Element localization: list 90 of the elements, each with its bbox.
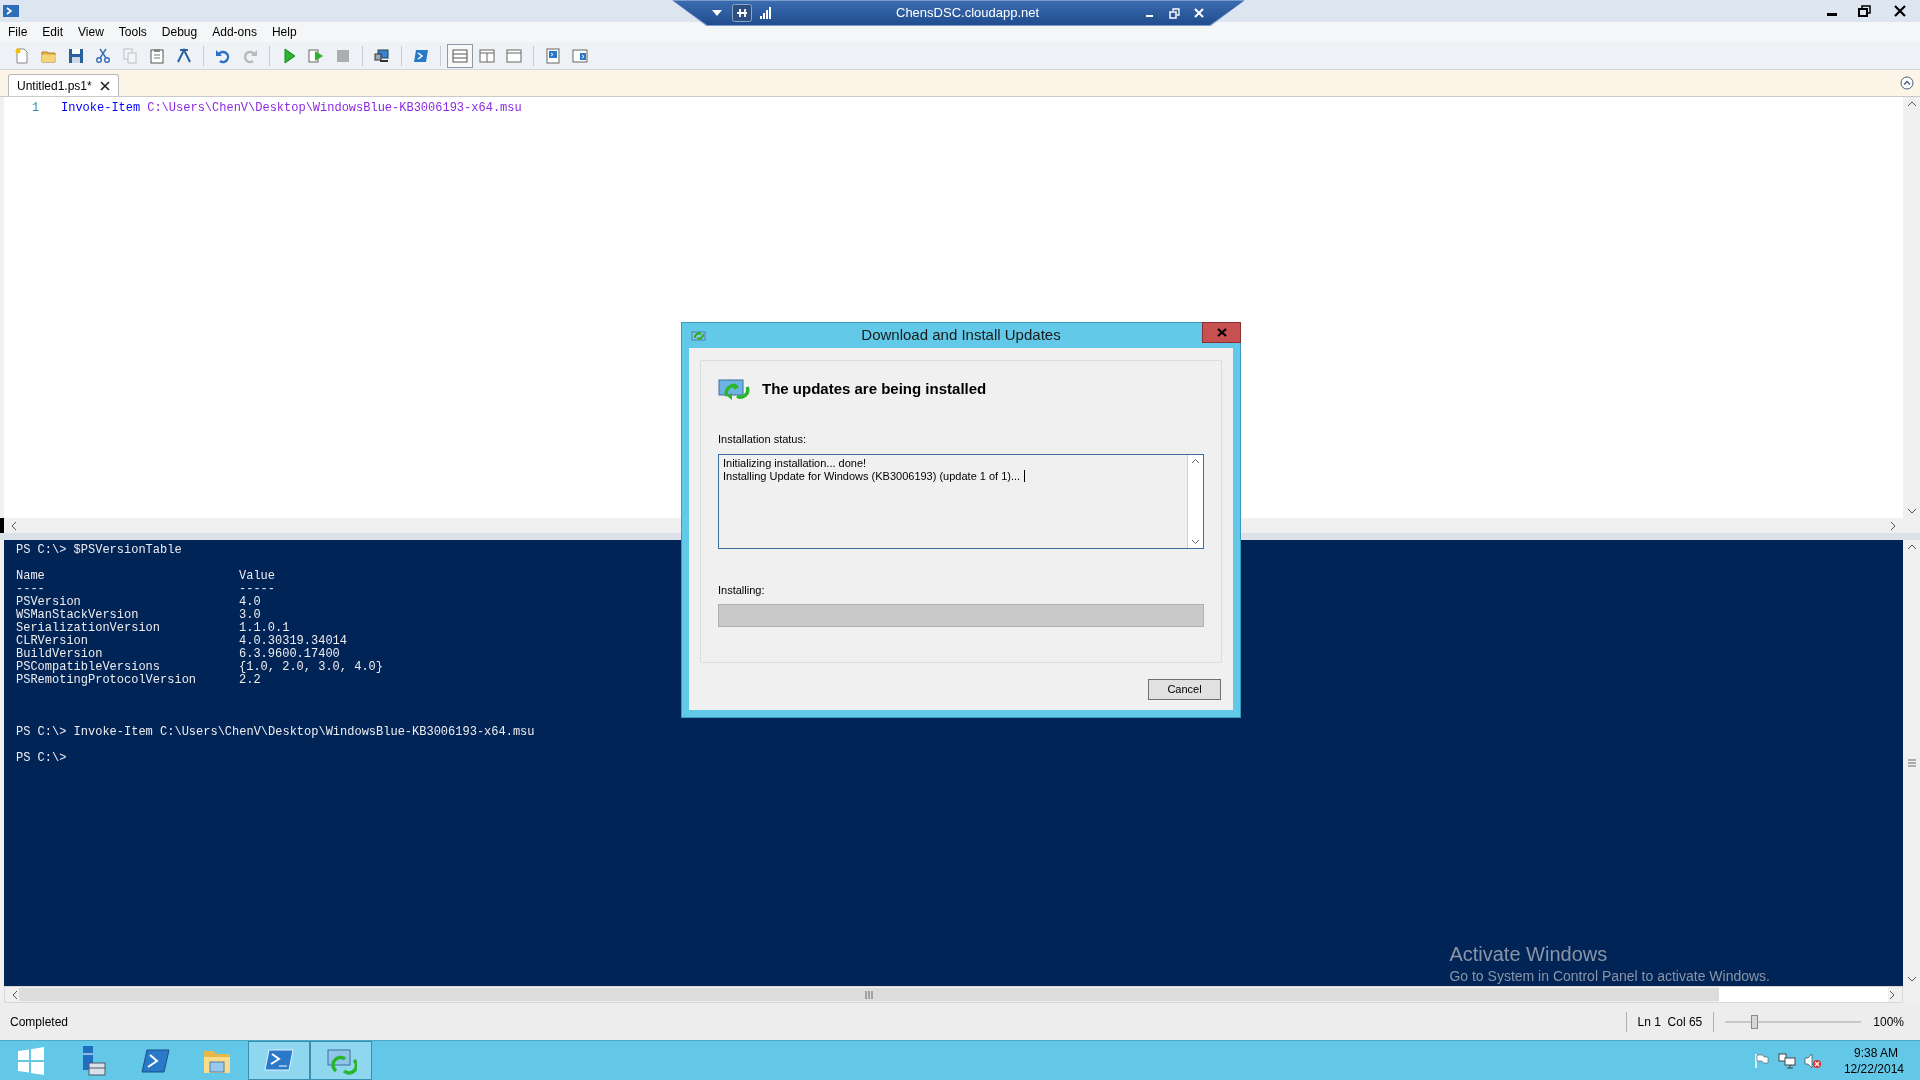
- collapse-icon[interactable]: [1900, 76, 1914, 90]
- save-icon[interactable]: [68, 47, 84, 64]
- property-name: SerializationVersion: [16, 622, 162, 635]
- powershell-icon[interactable]: [413, 47, 429, 64]
- scroll-right-icon[interactable]: [1889, 520, 1897, 531]
- header-rule: ----: [16, 583, 46, 596]
- network-icon[interactable]: [1777, 1052, 1796, 1069]
- slider-thumb[interactable]: [1750, 1014, 1758, 1029]
- pane-right-layout-icon[interactable]: [479, 47, 495, 64]
- cmdlet-name: Invoke-Item: [61, 101, 141, 115]
- dialog-title: Download and Install Updates: [860, 325, 1062, 346]
- addon-pane-icon[interactable]: [572, 47, 588, 64]
- column-header: Value: [239, 570, 276, 583]
- flag-icon[interactable]: [1753, 1052, 1770, 1069]
- console-line: PS C:\> $PSVersionTable: [16, 544, 182, 557]
- scroll-thumb-grip-icon[interactable]: [865, 990, 873, 999]
- property-value: {1.0, 2.0, 3.0, 4.0}: [239, 661, 384, 674]
- menu-item[interactable]: Tools: [118, 23, 147, 41]
- path-argument: C:\Users\ChenV\Desktop\WindowsBlue-KB3006193-x64.msu: [147, 101, 522, 115]
- console-line: PS C:\> Invoke-Item C:\Users\ChenV\Desktop\WindowsBlue-KB3006193-x64.msu: [16, 726, 535, 739]
- property-value: 3.0: [239, 609, 262, 622]
- scissors-icon[interactable]: [95, 47, 111, 64]
- text-cursor: [1024, 470, 1026, 482]
- status-text: Completed: [10, 1013, 69, 1031]
- property-name: CLRVersion: [16, 635, 89, 648]
- log-line: Initializing installation... done!: [723, 456, 867, 470]
- remote-host-name: ChensDSC.cloudapp.net: [896, 4, 1040, 23]
- close-tab-icon[interactable]: [99, 80, 110, 91]
- computer-icon[interactable]: [374, 47, 390, 64]
- menu-item[interactable]: Edit: [42, 23, 64, 41]
- cancel-button[interactable]: Cancel: [1148, 679, 1221, 700]
- scroll-left-icon[interactable]: [10, 520, 18, 531]
- property-value: 4.0: [239, 596, 262, 609]
- progress-label: Installing:: [718, 582, 766, 598]
- status-label: Installation status:: [718, 432, 808, 447]
- clipboard-icon[interactable]: [149, 47, 165, 64]
- vertical-scrollbar[interactable]: [1903, 97, 1920, 518]
- property-name: BuildVersion: [16, 648, 104, 661]
- menu-item[interactable]: Add-ons: [212, 23, 257, 41]
- watermark-message: Go to System in Control Panel to activate Windows.: [1449, 967, 1770, 985]
- pane-top-layout-icon[interactable]: [452, 47, 468, 64]
- property-name: PSVersion: [16, 596, 82, 609]
- property-name: WSManStackVersion: [16, 609, 140, 622]
- powershell-ise-icon: [3, 4, 19, 18]
- property-value: 2.2: [239, 674, 262, 687]
- property-value: 4.0.30319.34014: [239, 635, 349, 648]
- scroll-down-icon[interactable]: [1906, 506, 1917, 516]
- scroll-up-icon[interactable]: [1906, 542, 1917, 552]
- undo-icon[interactable]: [215, 47, 231, 64]
- dialog-heading: The updates are being installed: [762, 378, 987, 399]
- column-header: Name: [16, 570, 46, 583]
- update-arrows-icon: [718, 377, 750, 401]
- header-rule: -----: [239, 583, 276, 596]
- zoom-slider[interactable]: [1725, 1014, 1862, 1029]
- watermark-title: Activate Windows: [1449, 942, 1609, 967]
- scroll-up-icon[interactable]: [1906, 99, 1917, 109]
- vertical-scrollbar[interactable]: [1187, 454, 1203, 548]
- console-line: PS C:\>: [16, 752, 67, 765]
- property-name: PSRemotingProtocolVersion: [16, 674, 198, 687]
- run-selection-icon[interactable]: [308, 47, 324, 64]
- scroll-down-icon[interactable]: [1906, 974, 1917, 984]
- scroll-left-icon[interactable]: [11, 989, 19, 1000]
- menu-item[interactable]: File: [8, 23, 28, 41]
- pin-icon[interactable]: [732, 4, 752, 22]
- menu-item[interactable]: View: [78, 23, 104, 41]
- horizontal-scrollbar[interactable]: [4, 986, 1903, 1003]
- run-icon[interactable]: [281, 47, 297, 64]
- scroll-down-icon[interactable]: [1191, 538, 1200, 545]
- muted-speaker-icon[interactable]: [1803, 1052, 1822, 1069]
- property-name: PSCompatibleVersions: [16, 661, 162, 674]
- cursor-position: Ln 1 Col 65: [1637, 1013, 1703, 1031]
- menu-item[interactable]: Help: [271, 23, 297, 41]
- close-button[interactable]: [1202, 322, 1241, 343]
- log-line: Installing Update for Windows (KB3006193) (update 1 of 1)...: [723, 469, 1021, 483]
- dropdown-caret-icon[interactable]: [712, 10, 722, 16]
- zoom-percentage: 100%: [1873, 1013, 1904, 1031]
- update-arrows-icon: [691, 329, 707, 342]
- file-tab[interactable]: Untitled1.ps1*: [8, 74, 119, 96]
- command-window-icon[interactable]: [545, 47, 561, 64]
- signal-strength-icon: [760, 7, 772, 19]
- property-value: 6.3.9600.17400: [239, 648, 341, 661]
- clock[interactable]: 9:38 AM 12/22/2014: [1843, 1044, 1904, 1077]
- restore-icon[interactable]: [1169, 7, 1180, 19]
- scroll-up-icon[interactable]: [1191, 457, 1200, 464]
- pane-maximized-layout-icon[interactable]: [506, 47, 522, 64]
- scroll-thumb-grip-icon[interactable]: [1907, 759, 1916, 767]
- scroll-right-icon[interactable]: [1888, 989, 1896, 1000]
- menu-item[interactable]: Debug: [161, 23, 198, 41]
- property-value: 1.1.0.1: [239, 622, 291, 635]
- line-number: 1: [31, 101, 41, 115]
